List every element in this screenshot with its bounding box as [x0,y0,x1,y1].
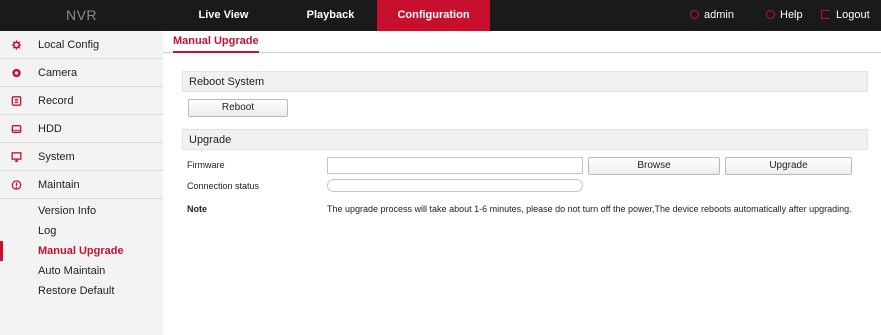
top-bar: NVR Live View Playback Configuration adm… [0,0,881,31]
tab-bar: Manual Upgrade [163,31,881,53]
hdd-icon [11,125,22,133]
logout-link[interactable]: Logout [821,0,870,31]
sidebar-item-hdd[interactable]: HDD [0,115,163,143]
logout-icon [821,10,830,19]
sidebar-sub-log[interactable]: Log [0,221,163,241]
sidebar-sub-auto-maintain[interactable]: Auto Maintain [0,261,163,281]
user-name: admin [704,9,734,21]
sidebar-item-maintain[interactable]: Maintain [0,171,163,199]
sidebar-item-label: HDD [38,123,62,135]
logout-label: Logout [836,9,870,21]
sidebar-item-label: Maintain [38,179,80,191]
nav-configuration[interactable]: Configuration [377,0,490,31]
sidebar-sub-manual-upgrade[interactable]: Manual Upgrade [0,241,163,261]
sidebar-item-system[interactable]: System [0,143,163,171]
sidebar-item-record[interactable]: Record [0,87,163,115]
sidebar-item-label: Record [38,95,74,107]
user-icon [690,10,699,19]
sidebar-item-camera[interactable]: Camera [0,59,163,87]
camera-icon [12,68,21,78]
sidebar-item-label: Camera [38,67,78,79]
help-icon [766,10,775,19]
connection-status-label: Connection status [187,181,260,191]
note-label: Note [187,204,207,214]
record-icon [11,96,22,106]
section-header-reboot: Reboot System [182,71,868,92]
info-icon [11,180,22,190]
section-header-upgrade: Upgrade [182,129,868,150]
nav-playback[interactable]: Playback [284,0,377,31]
monitor-icon [11,152,22,162]
sidebar-item-label: Local Config [38,39,100,51]
user-menu[interactable]: admin [690,0,734,31]
browse-button[interactable]: Browse [588,157,720,175]
gear-icon [11,40,22,50]
tab-manual-upgrade[interactable]: Manual Upgrade [173,35,259,53]
help-label: Help [780,9,803,21]
sidebar-sub-version-info[interactable]: Version Info [0,201,163,221]
sidebar-sub-restore-default[interactable]: Restore Default [0,281,163,301]
note-text: The upgrade process will take about 1-6 … [327,204,852,214]
logo: NVR [65,7,98,23]
reboot-button[interactable]: Reboot [188,99,288,117]
firmware-path-input[interactable] [327,157,583,174]
firmware-label: Firmware [187,160,225,170]
sidebar: Local Config Camera Record HDD System Ma… [0,31,163,335]
help-link[interactable]: Help [766,0,803,31]
sidebar-item-label: System [38,151,75,163]
connection-status-bar [327,179,583,192]
nav-live-view[interactable]: Live View [163,0,284,31]
upgrade-button[interactable]: Upgrade [725,157,852,175]
sidebar-item-local-config[interactable]: Local Config [0,31,163,59]
